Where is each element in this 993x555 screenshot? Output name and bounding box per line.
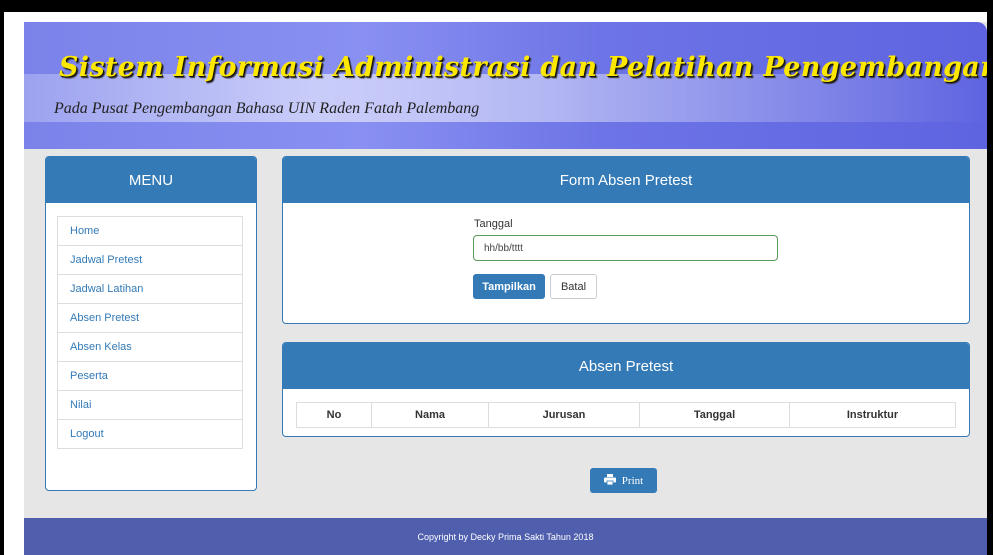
absen-table: No Nama Jurusan Tanggal Instruktur <box>296 402 956 428</box>
menu-item-logout[interactable]: Logout <box>57 419 243 449</box>
app-container: Sistem Informasi Administrasi dan Pelati… <box>24 22 987 555</box>
printer-icon <box>603 473 616 488</box>
tampilkan-button[interactable]: Tampilkan <box>473 274 545 299</box>
site-title: Sistem Informasi Administrasi dan Pelati… <box>59 52 987 83</box>
print-button[interactable]: Print <box>590 468 657 493</box>
date-label: Tanggal <box>474 218 513 230</box>
window-frame: Sistem Informasi Administrasi dan Pelati… <box>4 12 987 555</box>
site-subtitle: Pada Pusat Pengembangan Bahasa UIN Raden… <box>54 100 480 117</box>
column-header-tanggal: Tanggal <box>639 402 790 428</box>
menu-item-absen-kelas[interactable]: Absen Kelas <box>57 332 243 362</box>
menu-item-nilai[interactable]: Nilai <box>57 390 243 420</box>
column-header-instruktur: Instruktur <box>789 402 956 428</box>
batal-button[interactable]: Batal <box>550 274 597 299</box>
menu-item-peserta[interactable]: Peserta <box>57 361 243 391</box>
form-absen-panel: Form Absen Pretest Tanggal hh/bb/tttt Ta… <box>282 156 970 324</box>
menu-item-absen-pretest[interactable]: Absen Pretest <box>57 303 243 333</box>
site-header: Sistem Informasi Administrasi dan Pelati… <box>24 22 987 149</box>
table-header-row: No Nama Jurusan Tanggal Instruktur <box>296 402 956 428</box>
site-footer: Copyright by Decky Prima Sakti Tahun 201… <box>24 518 987 555</box>
menu-list: Home Jadwal Pretest Jadwal Latihan Absen… <box>57 216 243 449</box>
menu-item-jadwal-pretest[interactable]: Jadwal Pretest <box>57 245 243 275</box>
menu-item-jadwal-latihan[interactable]: Jadwal Latihan <box>57 274 243 304</box>
sidebar-menu: MENU Home Jadwal Pretest Jadwal Latihan … <box>45 156 257 491</box>
copyright-text: Copyright by Decky Prima Sakti Tahun 201… <box>417 531 594 542</box>
form-panel-title: Form Absen Pretest <box>283 157 969 203</box>
date-input[interactable]: hh/bb/tttt <box>473 235 778 261</box>
table-panel-title: Absen Pretest <box>283 343 969 389</box>
menu-item-home[interactable]: Home <box>57 216 243 246</box>
column-header-jurusan: Jurusan <box>488 402 640 428</box>
print-label: Print <box>621 474 644 487</box>
sidebar-title: MENU <box>46 157 256 203</box>
absen-table-panel: Absen Pretest No Nama Jurusan Tanggal In… <box>282 342 970 437</box>
column-header-no: No <box>296 402 372 428</box>
column-header-nama: Nama <box>371 402 489 428</box>
